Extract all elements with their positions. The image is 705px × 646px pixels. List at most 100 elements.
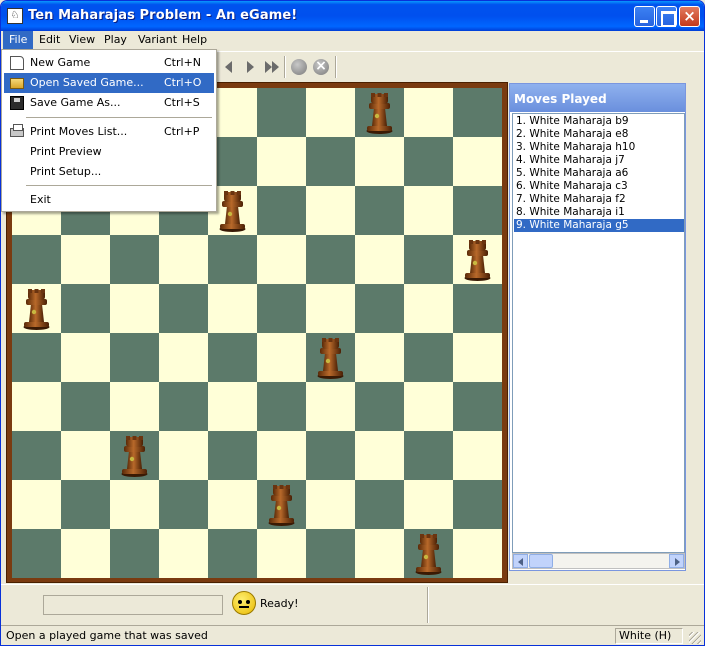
- move-list-item[interactable]: 4. White Maharaja j7: [514, 154, 684, 167]
- board-square-j4[interactable]: [453, 382, 502, 431]
- file-menu-item-new-game[interactable]: New Game Ctrl+N: [4, 53, 214, 73]
- board-square-b5[interactable]: [61, 333, 110, 382]
- board-square-c6[interactable]: [110, 284, 159, 333]
- scroll-thumb[interactable]: [529, 554, 553, 568]
- board-square-g2[interactable]: [306, 480, 355, 529]
- previous-move-button[interactable]: [221, 58, 239, 76]
- move-list-item[interactable]: 8. White Maharaja i1: [514, 206, 684, 219]
- board-square-c1[interactable]: [110, 529, 159, 578]
- board-square-d6[interactable]: [159, 284, 208, 333]
- board-square-j6[interactable]: [453, 284, 502, 333]
- board-square-a1[interactable]: [12, 529, 61, 578]
- next-move-button[interactable]: [242, 58, 260, 76]
- file-menu-item-print-setup[interactable]: Print Setup...: [4, 162, 214, 182]
- board-square-g8[interactable]: [306, 186, 355, 235]
- board-square-e5[interactable]: [208, 333, 257, 382]
- board-square-g10[interactable]: [306, 88, 355, 137]
- maharaja-piece-c3[interactable]: [110, 431, 159, 480]
- maharaja-piece-i1[interactable]: [404, 529, 453, 578]
- board-square-a7[interactable]: [12, 235, 61, 284]
- board-square-i5[interactable]: [404, 333, 453, 382]
- menu-view[interactable]: View: [63, 31, 101, 49]
- move-list-item[interactable]: 5. White Maharaja a6: [514, 167, 684, 180]
- move-list-item[interactable]: 7. White Maharaja f2: [514, 193, 684, 206]
- board-square-h8[interactable]: [355, 186, 404, 235]
- board-square-g3[interactable]: [306, 431, 355, 480]
- board-square-e4[interactable]: [208, 382, 257, 431]
- board-square-j10[interactable]: [453, 88, 502, 137]
- board-square-f8[interactable]: [257, 186, 306, 235]
- board-square-b6[interactable]: [61, 284, 110, 333]
- board-square-g1[interactable]: [306, 529, 355, 578]
- menu-play[interactable]: Play: [98, 31, 133, 49]
- board-square-f7[interactable]: [257, 235, 306, 284]
- menu-help[interactable]: Help: [176, 31, 213, 49]
- board-square-e1[interactable]: [208, 529, 257, 578]
- board-square-a2[interactable]: [12, 480, 61, 529]
- board-square-g9[interactable]: [306, 137, 355, 186]
- file-menu-item-print-preview[interactable]: Print Preview: [4, 142, 214, 162]
- board-square-h9[interactable]: [355, 137, 404, 186]
- board-square-f5[interactable]: [257, 333, 306, 382]
- maharaja-piece-f2[interactable]: [257, 480, 306, 529]
- board-square-f10[interactable]: [257, 88, 306, 137]
- board-square-f3[interactable]: [257, 431, 306, 480]
- board-square-a5[interactable]: [12, 333, 61, 382]
- board-square-h7[interactable]: [355, 235, 404, 284]
- board-square-e3[interactable]: [208, 431, 257, 480]
- file-menu-item-exit[interactable]: Exit: [4, 190, 214, 210]
- board-square-c7[interactable]: [110, 235, 159, 284]
- resize-grip[interactable]: [689, 632, 701, 644]
- moves-list[interactable]: 1. White Maharaja b9 2. White Maharaja e8…: [512, 113, 685, 553]
- file-menu-item-open-saved-game[interactable]: Open Saved Game... Ctrl+O: [4, 73, 214, 93]
- stop-button[interactable]: [290, 58, 308, 76]
- board-square-d1[interactable]: [159, 529, 208, 578]
- file-menu-item-save-game-as[interactable]: Save Game As... Ctrl+S: [4, 93, 214, 113]
- board-square-e7[interactable]: [208, 235, 257, 284]
- board-square-e6[interactable]: [208, 284, 257, 333]
- board-square-j1[interactable]: [453, 529, 502, 578]
- board-square-i6[interactable]: [404, 284, 453, 333]
- board-square-b4[interactable]: [61, 382, 110, 431]
- scroll-left-button[interactable]: [513, 554, 528, 568]
- board-square-c5[interactable]: [110, 333, 159, 382]
- last-move-button[interactable]: [263, 58, 281, 76]
- board-square-h2[interactable]: [355, 480, 404, 529]
- board-square-f9[interactable]: [257, 137, 306, 186]
- board-square-c2[interactable]: [110, 480, 159, 529]
- board-square-b1[interactable]: [61, 529, 110, 578]
- board-square-h3[interactable]: [355, 431, 404, 480]
- title-bar[interactable]: ♘ Ten Maharajas Problem - An eGame! ×: [1, 1, 704, 31]
- board-square-h1[interactable]: [355, 529, 404, 578]
- board-square-b3[interactable]: [61, 431, 110, 480]
- board-square-c4[interactable]: [110, 382, 159, 431]
- board-square-i10[interactable]: [404, 88, 453, 137]
- board-square-g6[interactable]: [306, 284, 355, 333]
- maharaja-piece-j7[interactable]: [453, 235, 502, 284]
- board-square-i7[interactable]: [404, 235, 453, 284]
- board-square-i4[interactable]: [404, 382, 453, 431]
- board-square-h5[interactable]: [355, 333, 404, 382]
- board-square-d4[interactable]: [159, 382, 208, 431]
- board-square-h6[interactable]: [355, 284, 404, 333]
- board-square-d5[interactable]: [159, 333, 208, 382]
- board-square-f1[interactable]: [257, 529, 306, 578]
- board-square-g7[interactable]: [306, 235, 355, 284]
- board-square-d3[interactable]: [159, 431, 208, 480]
- board-square-a4[interactable]: [12, 382, 61, 431]
- moves-horizontal-scrollbar[interactable]: [512, 553, 685, 569]
- scroll-right-button[interactable]: [669, 554, 684, 568]
- move-list-item[interactable]: 6. White Maharaja c3: [514, 180, 684, 193]
- board-square-j8[interactable]: [453, 186, 502, 235]
- board-square-i8[interactable]: [404, 186, 453, 235]
- move-list-item[interactable]: 1. White Maharaja b9: [514, 115, 684, 128]
- maharaja-piece-a6[interactable]: [12, 284, 61, 333]
- board-square-d2[interactable]: [159, 480, 208, 529]
- board-square-e2[interactable]: [208, 480, 257, 529]
- cancel-button[interactable]: [312, 58, 330, 76]
- move-list-item[interactable]: 2. White Maharaja e8: [514, 128, 684, 141]
- board-square-i9[interactable]: [404, 137, 453, 186]
- board-square-h4[interactable]: [355, 382, 404, 431]
- board-square-a3[interactable]: [12, 431, 61, 480]
- move-list-item[interactable]: 3. White Maharaja h10: [514, 141, 684, 154]
